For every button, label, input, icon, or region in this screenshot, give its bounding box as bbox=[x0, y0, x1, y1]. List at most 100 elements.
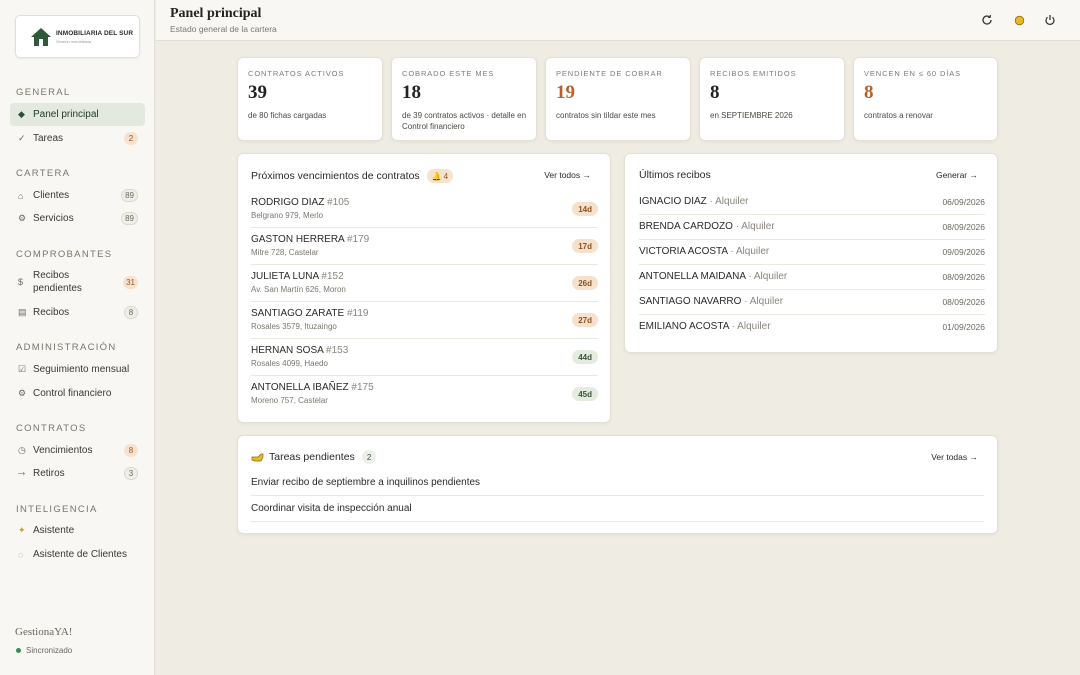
stat-card-vencen[interactable]: VENCEN EN ≤ 60 DÍAS 8 contratos a renova… bbox=[853, 57, 998, 141]
tenant-name: JULIETA LUNA #152 bbox=[251, 271, 344, 282]
stat-card-contratos-activos[interactable]: CONTRATOS ACTIVOS 39 de 80 fichas cargad… bbox=[237, 57, 383, 141]
contract-number: #153 bbox=[326, 345, 349, 356]
contract-number: #179 bbox=[346, 234, 370, 245]
stat-value: 8 bbox=[710, 82, 720, 103]
count-badge: 89 bbox=[121, 189, 138, 202]
tareas-panel: Tareas pendientes 2 Ver todas → Enviar r… bbox=[237, 435, 998, 534]
receipt-client: VICTORIA ACOSTA · Alquiler bbox=[639, 246, 769, 257]
top-header: Panel principal Estado general de la car… bbox=[156, 0, 1080, 41]
refresh-button[interactable] bbox=[979, 12, 995, 28]
sidebar-item-tareas[interactable]: ✓ Tareas 2 bbox=[10, 127, 145, 150]
table-row[interactable]: JULIETA LUNA #152 Av. San Martín 626, Mo… bbox=[251, 265, 598, 302]
receipt-date: 08/09/2026 bbox=[942, 222, 985, 232]
sidebar-item-clientes[interactable]: ⌂ Clientes 89 bbox=[10, 184, 145, 207]
sidebar-item-label: Servicios bbox=[33, 213, 74, 224]
days-badge: 27d bbox=[572, 313, 598, 327]
stat-description: de 80 fichas cargadas bbox=[248, 111, 327, 120]
ver-todos-link[interactable]: Ver todos → bbox=[544, 170, 591, 180]
list-item[interactable]: EMILIANO ACOSTA · Alquiler 01/09/2026 bbox=[639, 315, 985, 340]
tenant-name-text: JULIETA LUNA bbox=[251, 271, 319, 282]
table-row[interactable]: RODRIGO DIAZ #105 Belgrano 979, Merlo 14… bbox=[251, 191, 598, 228]
stat-card-cobrado[interactable]: COBRADO ESTE MES 18 de 39 contratos acti… bbox=[391, 57, 537, 141]
sidebar-item-retiros[interactable]: ⤑ Retiros 3 bbox=[10, 462, 145, 485]
logo-subtitle: Gestión inmobiliaria bbox=[56, 38, 92, 44]
stat-value: 18 bbox=[402, 82, 421, 103]
sidebar-item-asistente[interactable]: ✦ Asistente bbox=[10, 519, 145, 542]
sidebar-item-control[interactable]: ⚙ Control financiero bbox=[10, 382, 145, 405]
tenant-name-text: GASTON HERRERA bbox=[251, 234, 345, 245]
sidebar-item-seguimiento[interactable]: ☑ Seguimiento mensual bbox=[10, 358, 145, 381]
status-dot-icon bbox=[16, 648, 21, 653]
panel-title-text: Tareas pendientes bbox=[269, 451, 355, 463]
list-item[interactable]: Enviar recibo de septiembre a inquilinos… bbox=[251, 470, 984, 496]
stat-label: RECIBOS EMITIDOS bbox=[710, 69, 797, 78]
recibos-panel: Últimos recibos Generar → IGNACIO DIAZ ·… bbox=[624, 153, 998, 353]
receipt-client: IGNACIO DIAZ · Alquiler bbox=[639, 196, 748, 207]
stat-value: 39 bbox=[248, 82, 267, 103]
list-item[interactable]: Coordinar visita de inspección anual bbox=[251, 496, 984, 522]
table-row[interactable]: HERNAN SOSA #153 Rosales 4099, Haedo 44d bbox=[251, 339, 598, 376]
sidebar-item-recibos[interactable]: ▤ Recibos 8 bbox=[10, 301, 145, 324]
sync-status: Sincronizado bbox=[16, 646, 72, 655]
sidebar-item-servicios[interactable]: ⚙ Servicios 89 bbox=[10, 207, 145, 230]
property-address: Rosales 3579, Ituzaingo bbox=[251, 322, 337, 331]
sun-icon bbox=[1014, 15, 1024, 25]
receipt-date: 09/09/2026 bbox=[942, 247, 985, 257]
sidebar-item-panel[interactable]: ◆ Panel principal bbox=[10, 103, 145, 126]
stat-card-pendiente[interactable]: PENDIENTE DE COBRAR 19 contratos sin til… bbox=[545, 57, 691, 141]
ver-todas-link[interactable]: Ver todas → bbox=[931, 452, 978, 462]
sidebar-item-label: Vencimientos bbox=[33, 445, 93, 456]
stat-description: de 39 contratos activos · detalle en Con… bbox=[402, 111, 527, 131]
tenant-name-text: ANTONELLA IBAÑEZ bbox=[251, 382, 349, 393]
company-logo[interactable]: INMOBILIARIA DEL SUR Gestión inmobiliari… bbox=[15, 15, 140, 58]
receipt-client: SANTIAGO NAVARRO · Alquiler bbox=[639, 296, 783, 307]
task-text: Coordinar visita de inspección anual bbox=[251, 503, 412, 514]
sidebar-item-asistente-clientes[interactable]: ◌ Asistente de Clientes bbox=[10, 543, 145, 566]
list-item[interactable]: SANTIAGO NAVARRO · Alquiler 08/09/2026 bbox=[639, 290, 985, 315]
list-item[interactable]: IGNACIO DIAZ · Alquiler 06/09/2026 bbox=[639, 190, 985, 215]
panel-title: Tareas pendientes 2 bbox=[251, 450, 377, 464]
client-name: SANTIAGO NAVARRO bbox=[639, 296, 742, 307]
days-badge: 26d bbox=[572, 276, 598, 290]
alert-count: 4 bbox=[443, 171, 449, 181]
chat-icon: ◌ bbox=[18, 549, 24, 560]
sidebar-item-label: Panel principal bbox=[33, 109, 99, 120]
tenant-name-text: RODRIGO DIAZ bbox=[251, 197, 325, 208]
tenant-name-text: SANTIAGO ZARATE bbox=[251, 308, 345, 319]
stat-card-recibos-emitidos[interactable]: RECIBOS EMITIDOS 8 en SEPTIEMBRE 2026 bbox=[699, 57, 845, 141]
theme-toggle-button[interactable] bbox=[1011, 12, 1027, 28]
table-row[interactable]: GASTON HERRERA #179 Mitre 728, Castelar … bbox=[251, 228, 598, 265]
receipt-type: · Alquiler bbox=[744, 296, 784, 307]
client-name: EMILIANO ACOSTA bbox=[639, 321, 729, 332]
list-item[interactable]: VICTORIA ACOSTA · Alquiler 09/09/2026 bbox=[639, 240, 985, 265]
sidebar-item-label: Retiros bbox=[33, 468, 65, 479]
logout-button[interactable] bbox=[1042, 12, 1058, 28]
refresh-icon bbox=[982, 14, 992, 25]
sidebar-item-label: Asistente de Clientes bbox=[33, 549, 127, 560]
house-icon bbox=[31, 27, 51, 46]
stat-description: contratos a renovar bbox=[864, 111, 933, 120]
diamond-icon: ◆ bbox=[18, 109, 25, 119]
sidebar-item-vencimientos[interactable]: ◷ Vencimientos 8 bbox=[10, 439, 145, 462]
client-name: IGNACIO DIAZ bbox=[639, 196, 707, 207]
tenant-name: ANTONELLA IBAÑEZ #175 bbox=[251, 382, 374, 393]
sidebar-item-recibos-pendientes[interactable]: $ Recibos pendientes 31 bbox=[10, 267, 145, 297]
days-badge: 44d bbox=[572, 350, 598, 364]
section-general: GENERAL bbox=[16, 87, 71, 98]
logo-name: INMOBILIARIA DEL SUR bbox=[56, 29, 134, 37]
list-item[interactable]: ANTONELLA MAIDANA · Alquiler 08/09/2026 bbox=[639, 265, 985, 290]
table-row[interactable]: ANTONELLA IBAÑEZ #175 Moreno 757, Castel… bbox=[251, 376, 598, 413]
receipt-client: EMILIANO ACOSTA · Alquiler bbox=[639, 321, 771, 332]
list-item[interactable]: BRENDA CARDOZO · Alquiler 08/09/2026 bbox=[639, 215, 985, 240]
sync-label: Sincronizado bbox=[26, 646, 73, 655]
count-badge: 8 bbox=[124, 444, 138, 457]
contract-number: #119 bbox=[346, 308, 369, 319]
client-name: ANTONELLA MAIDANA bbox=[639, 271, 746, 282]
alert-count-badge: 🔔 4 bbox=[426, 169, 454, 183]
tenant-name-text: HERNAN SOSA bbox=[251, 345, 324, 356]
table-row[interactable]: SANTIAGO ZARATE #119 Rosales 3579, Ituza… bbox=[251, 302, 598, 339]
property-address: Av. San Martín 626, Moron bbox=[251, 285, 346, 294]
stat-label: COBRADO ESTE MES bbox=[402, 69, 495, 78]
sidebar-item-label: Asistente bbox=[33, 525, 75, 536]
generar-link[interactable]: Generar → bbox=[936, 170, 978, 180]
